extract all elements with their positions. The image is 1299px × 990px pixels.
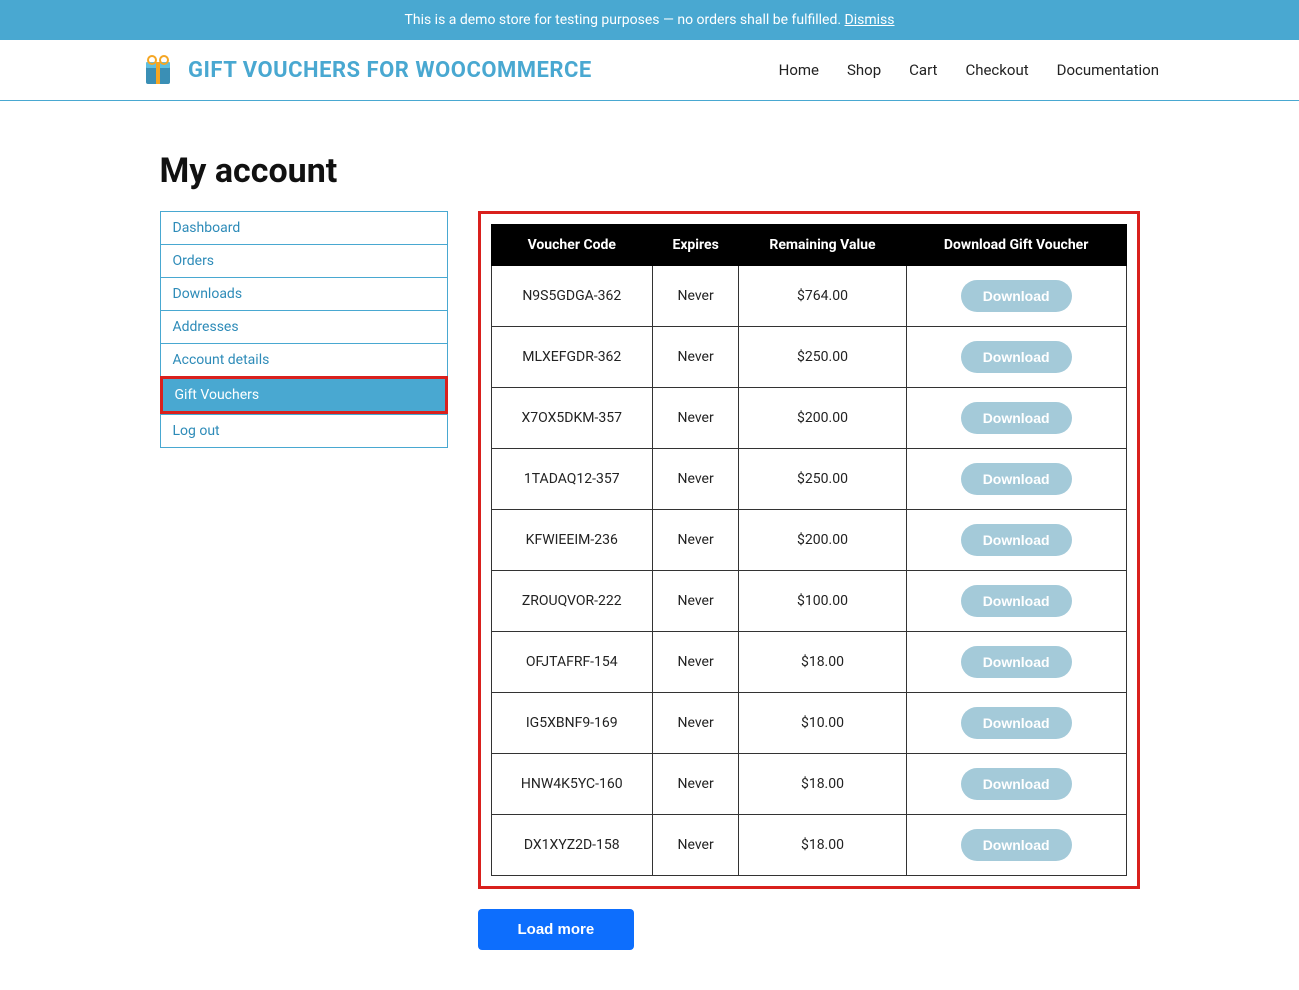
expires-cell: Never <box>653 754 739 815</box>
col-expires: Expires <box>653 225 739 266</box>
load-more-button[interactable]: Load more <box>478 909 635 950</box>
download-button[interactable]: Download <box>961 646 1072 678</box>
main-nav: Home Shop Cart Checkout Documentation <box>779 61 1159 79</box>
table-row: N9S5GDGA-362Never$764.00 Download <box>491 266 1126 327</box>
expires-cell: Never <box>653 327 739 388</box>
voucher-code-cell: X7OX5DKM-357 <box>491 388 653 449</box>
voucher-code-cell: DX1XYZ2D-158 <box>491 815 653 876</box>
table-row: X7OX5DKM-357Never$200.00 Download <box>491 388 1126 449</box>
remaining-value-cell: $18.00 <box>739 754 907 815</box>
dismiss-link[interactable]: Dismiss <box>845 12 895 28</box>
download-button[interactable]: Download <box>961 707 1072 739</box>
table-row: IG5XBNF9-169Never$10.00 Download <box>491 693 1126 754</box>
banner-text: This is a demo store for testing purpose… <box>405 12 845 28</box>
sidebar-item-downloads[interactable]: Downloads <box>160 277 448 310</box>
download-button[interactable]: Download <box>961 341 1072 373</box>
sidebar-item-gift-vouchers[interactable]: Gift Vouchers <box>160 376 448 414</box>
sidebar-item-orders[interactable]: Orders <box>160 244 448 277</box>
main-content: Voucher Code Expires Remaining Value Dow… <box>478 211 1140 950</box>
download-cell: Download <box>906 693 1126 754</box>
account-sidebar: Dashboard Orders Downloads Addresses Acc… <box>160 211 448 448</box>
download-cell: Download <box>906 632 1126 693</box>
expires-cell: Never <box>653 510 739 571</box>
download-button[interactable]: Download <box>961 402 1072 434</box>
remaining-value-cell: $250.00 <box>739 449 907 510</box>
voucher-code-cell: 1TADAQ12-357 <box>491 449 653 510</box>
expires-cell: Never <box>653 449 739 510</box>
voucher-code-cell: ZROUQVOR-222 <box>491 571 653 632</box>
table-row: ZROUQVOR-222Never$100.00 Download <box>491 571 1126 632</box>
expires-cell: Never <box>653 632 739 693</box>
remaining-value-cell: $200.00 <box>739 388 907 449</box>
voucher-code-cell: N9S5GDGA-362 <box>491 266 653 327</box>
remaining-value-cell: $100.00 <box>739 571 907 632</box>
sidebar-item-dashboard[interactable]: Dashboard <box>160 211 448 244</box>
expires-cell: Never <box>653 693 739 754</box>
download-cell: Download <box>906 449 1126 510</box>
download-cell: Download <box>906 571 1126 632</box>
download-button[interactable]: Download <box>961 280 1072 312</box>
page-title: My account <box>160 151 1140 191</box>
expires-cell: Never <box>653 815 739 876</box>
expires-cell: Never <box>653 388 739 449</box>
nav-checkout[interactable]: Checkout <box>965 61 1028 79</box>
expires-cell: Never <box>653 266 739 327</box>
nav-documentation[interactable]: Documentation <box>1057 61 1159 79</box>
col-download: Download Gift Voucher <box>906 225 1126 266</box>
remaining-value-cell: $250.00 <box>739 327 907 388</box>
download-button[interactable]: Download <box>961 524 1072 556</box>
download-button[interactable]: Download <box>961 768 1072 800</box>
voucher-table: Voucher Code Expires Remaining Value Dow… <box>491 224 1127 876</box>
table-row: 1TADAQ12-357Never$250.00 Download <box>491 449 1126 510</box>
remaining-value-cell: $764.00 <box>739 266 907 327</box>
voucher-code-cell: KFWIEEIM-236 <box>491 510 653 571</box>
voucher-code-cell: OFJTAFRF-154 <box>491 632 653 693</box>
voucher-code-cell: HNW4K5YC-160 <box>491 754 653 815</box>
sidebar-item-logout[interactable]: Log out <box>160 414 448 448</box>
download-cell: Download <box>906 327 1126 388</box>
nav-cart[interactable]: Cart <box>909 61 937 79</box>
table-row: OFJTAFRF-154Never$18.00 Download <box>491 632 1126 693</box>
download-cell: Download <box>906 754 1126 815</box>
download-cell: Download <box>906 266 1126 327</box>
col-voucher-code: Voucher Code <box>491 225 653 266</box>
nav-home[interactable]: Home <box>779 61 819 79</box>
download-button[interactable]: Download <box>961 463 1072 495</box>
remaining-value-cell: $18.00 <box>739 632 907 693</box>
download-cell: Download <box>906 388 1126 449</box>
col-remaining-value: Remaining Value <box>739 225 907 266</box>
remaining-value-cell: $200.00 <box>739 510 907 571</box>
remaining-value-cell: $10.00 <box>739 693 907 754</box>
expires-cell: Never <box>653 571 739 632</box>
voucher-table-wrap: Voucher Code Expires Remaining Value Dow… <box>478 211 1140 889</box>
voucher-code-cell: IG5XBNF9-169 <box>491 693 653 754</box>
download-cell: Download <box>906 815 1126 876</box>
table-row: MLXEFGDR-362Never$250.00 Download <box>491 327 1126 388</box>
voucher-code-cell: MLXEFGDR-362 <box>491 327 653 388</box>
remaining-value-cell: $18.00 <box>739 815 907 876</box>
download-button[interactable]: Download <box>961 585 1072 617</box>
site-header: GIFT VOUCHERS FOR WOOCOMMERCE Home Shop … <box>0 40 1299 101</box>
brand[interactable]: GIFT VOUCHERS FOR WOOCOMMERCE <box>140 52 592 88</box>
download-button[interactable]: Download <box>961 829 1072 861</box>
table-row: KFWIEEIM-236Never$200.00 Download <box>491 510 1126 571</box>
brand-title: GIFT VOUCHERS FOR WOOCOMMERCE <box>188 58 592 83</box>
demo-store-banner: This is a demo store for testing purpose… <box>0 0 1299 40</box>
table-row: DX1XYZ2D-158Never$18.00 Download <box>491 815 1126 876</box>
sidebar-item-account-details[interactable]: Account details <box>160 343 448 376</box>
nav-shop[interactable]: Shop <box>847 61 881 79</box>
download-cell: Download <box>906 510 1126 571</box>
table-row: HNW4K5YC-160Never$18.00 Download <box>491 754 1126 815</box>
sidebar-item-addresses[interactable]: Addresses <box>160 310 448 343</box>
gift-box-icon <box>140 52 176 88</box>
